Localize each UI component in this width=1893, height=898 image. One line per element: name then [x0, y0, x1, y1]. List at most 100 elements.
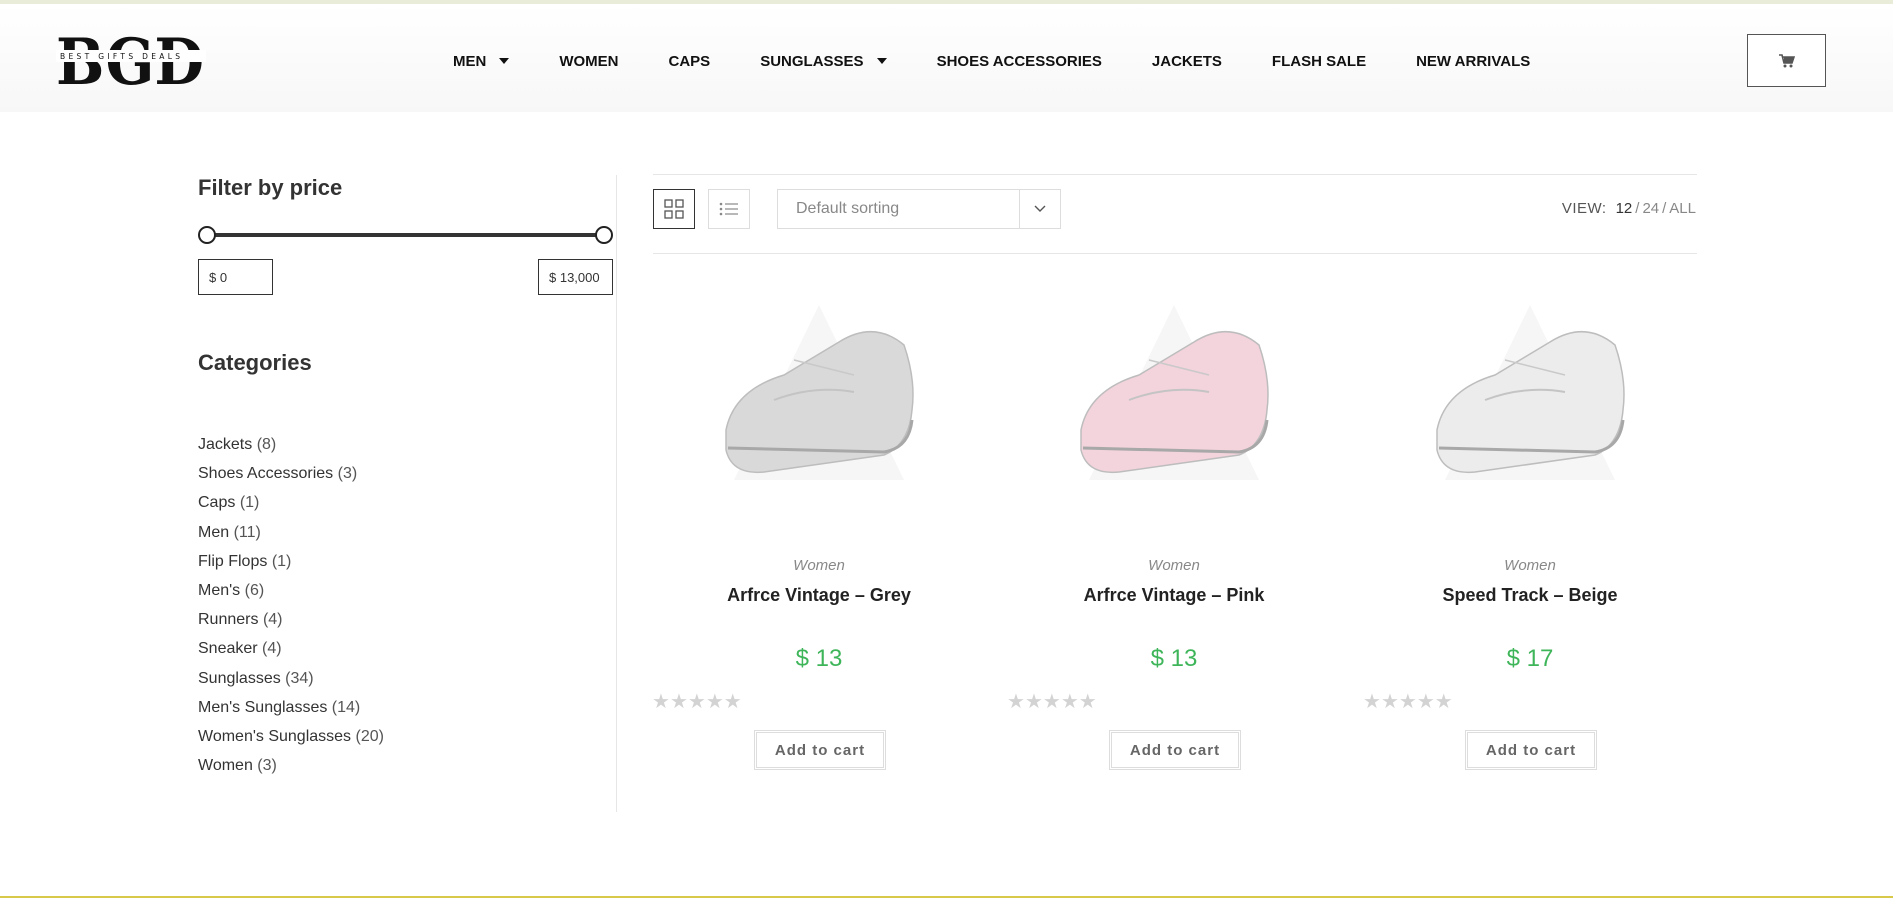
star-icon: ★ — [1363, 691, 1381, 713]
grid-view-button[interactable] — [653, 189, 695, 229]
shopping-cart-icon — [1778, 53, 1795, 67]
sort-dropdown[interactable]: Default sorting — [777, 189, 1061, 229]
price-filter-title: Filter by price — [198, 175, 343, 200]
product-category[interactable]: Women — [654, 557, 984, 574]
product-price: $ 17 — [1506, 645, 1554, 672]
category-item[interactable]: Jackets (8) — [198, 435, 384, 464]
category-name[interactable]: Men's Sunglasses — [198, 699, 327, 716]
category-item[interactable]: Men's (6) — [198, 581, 384, 610]
chevron-down-icon — [1034, 205, 1046, 212]
rating-stars: ★ ★ ★ ★ ★ — [1363, 692, 1453, 712]
nav-item-shoes-accessories[interactable]: SHOES ACCESSORIES — [937, 53, 1102, 70]
svg-text:BEST GIFTS DEALS: BEST GIFTS DEALS — [60, 52, 180, 61]
nav-item-label: SUNGLASSES — [760, 52, 864, 70]
category-count: (1) — [239, 494, 260, 512]
category-list: Jackets (8) Shoes Accessories (3) Caps (1)… — [198, 435, 384, 785]
nav-item-new-arrivals[interactable]: NEW ARRIVALS — [1416, 53, 1530, 70]
view-option-all[interactable]: ALL — [1669, 200, 1696, 217]
sidebar-divider — [616, 175, 617, 812]
category-count: (3) — [257, 757, 277, 775]
product-image[interactable] — [1009, 280, 1339, 530]
price-slider-track — [206, 233, 605, 237]
product-card: Women Arfrce Vintage – Grey $ 13 ★ ★ ★ ★ ★ Add t… — [652, 280, 984, 770]
category-name[interactable]: Sneaker — [198, 640, 258, 657]
price-slider-max-handle[interactable] — [595, 226, 613, 244]
category-item[interactable]: Shoes Accessories (3) — [198, 464, 384, 493]
min-price-field[interactable]: $ 0 — [198, 259, 273, 295]
category-name[interactable]: Men — [198, 524, 229, 541]
product-title[interactable]: Arfrce Vintage – Pink — [1009, 585, 1339, 606]
nav-item-label: JACKETS — [1151, 52, 1222, 70]
star-icon: ★ — [1380, 691, 1399, 713]
brand-logo[interactable]: BGD BEST GIFTS DEALS — [56, 32, 206, 90]
category-name[interactable]: Women's Sunglasses — [198, 728, 351, 745]
nav-item-men[interactable]: MEN — [453, 53, 510, 70]
view-option-12[interactable]: 12 — [1616, 200, 1633, 217]
view-separator: / — [1662, 200, 1667, 217]
dropdown-arrow — [1019, 190, 1060, 228]
cart-button[interactable] — [1747, 34, 1826, 87]
category-item[interactable]: Men's Sunglasses (14) — [198, 698, 384, 727]
nav-item-label: WOMEN — [559, 52, 619, 70]
price-range-slider[interactable] — [198, 225, 613, 245]
category-count: (34) — [285, 669, 314, 687]
category-name[interactable]: Sunglasses — [198, 670, 281, 687]
product-title[interactable]: Speed Track – Beige — [1365, 585, 1695, 606]
category-item[interactable]: Women's Sunglasses (20) — [198, 727, 384, 756]
category-item[interactable]: Runners (4) — [198, 610, 384, 639]
nav-item-label: NEW ARRIVALS — [1416, 52, 1531, 70]
category-name[interactable]: Jackets — [198, 436, 252, 453]
nav-item-jackets[interactable]: JACKETS — [1152, 53, 1222, 70]
main-navigation: MEN WOMEN CAPS SUNGLASSES SHOES ACCESSOR… — [453, 50, 1580, 72]
star-icon: ★ — [652, 691, 670, 713]
category-item[interactable]: Sneaker (4) — [198, 639, 384, 668]
product-title[interactable]: Arfrce Vintage – Grey — [654, 585, 984, 606]
price-slider-min-handle[interactable] — [198, 226, 216, 244]
view-label: VIEW: — [1561, 200, 1607, 217]
rating-stars: ★ ★ ★ ★ ★ — [652, 692, 742, 712]
list-view-icon — [719, 202, 738, 216]
category-item[interactable]: Flip Flops (1) — [198, 552, 384, 581]
view-option-24[interactable]: 24 — [1642, 200, 1659, 217]
category-count: (4) — [262, 611, 283, 629]
product-image[interactable] — [1365, 280, 1695, 530]
category-name[interactable]: Women — [198, 757, 253, 774]
category-count: (8) — [256, 436, 277, 453]
category-name[interactable]: Men's — [198, 582, 240, 599]
nav-item-caps[interactable]: CAPS — [669, 53, 711, 70]
add-to-cart-button[interactable]: Add to cart — [754, 730, 886, 770]
category-count: (1) — [271, 552, 292, 570]
nav-item-women[interactable]: WOMEN — [559, 53, 618, 70]
nav-item-flash-sale[interactable]: FLASH SALE — [1272, 53, 1366, 70]
toolbar-top-border — [653, 174, 1697, 175]
star-icon: ★ — [1060, 691, 1079, 713]
add-to-cart-button[interactable]: Add to cart — [1109, 730, 1241, 770]
star-icon: ★ — [1078, 691, 1097, 713]
max-price-field[interactable]: $ 13,000 — [538, 259, 613, 295]
category-item[interactable]: Women (3) — [198, 756, 384, 785]
site-header: BGD BEST GIFTS DEALS MEN WOMEN CAPS SUNG… — [0, 4, 1893, 112]
category-item[interactable]: Sunglasses (34) — [198, 669, 384, 698]
product-category[interactable]: Women — [1365, 557, 1695, 574]
nav-item-label: FLASH SALE — [1271, 52, 1367, 70]
add-to-cart-button[interactable]: Add to cart — [1465, 730, 1597, 770]
category-count: (20) — [355, 727, 384, 745]
category-item[interactable]: Men (11) — [198, 523, 384, 552]
category-name[interactable]: Runners — [198, 611, 258, 628]
category-name[interactable]: Shoes Accessories — [198, 465, 333, 482]
category-name[interactable]: Caps — [198, 494, 235, 511]
category-name[interactable]: Flip Flops — [198, 553, 267, 570]
rating-stars: ★ ★ ★ ★ ★ — [1007, 692, 1097, 712]
product-category[interactable]: Women — [1009, 557, 1339, 574]
chevron-down-icon — [876, 58, 887, 64]
list-view-button[interactable] — [708, 189, 750, 229]
toolbar-bottom-border — [653, 253, 1697, 254]
star-icon: ★ — [687, 691, 706, 713]
product-image[interactable] — [654, 280, 984, 530]
category-item[interactable]: Caps (1) — [198, 493, 384, 522]
nav-item-sunglasses[interactable]: SUNGLASSES — [760, 52, 887, 70]
star-icon: ★ — [669, 691, 688, 713]
nav-item-label: CAPS — [668, 52, 711, 70]
chevron-down-icon — [499, 58, 510, 64]
product-price: $ 13 — [795, 645, 843, 672]
